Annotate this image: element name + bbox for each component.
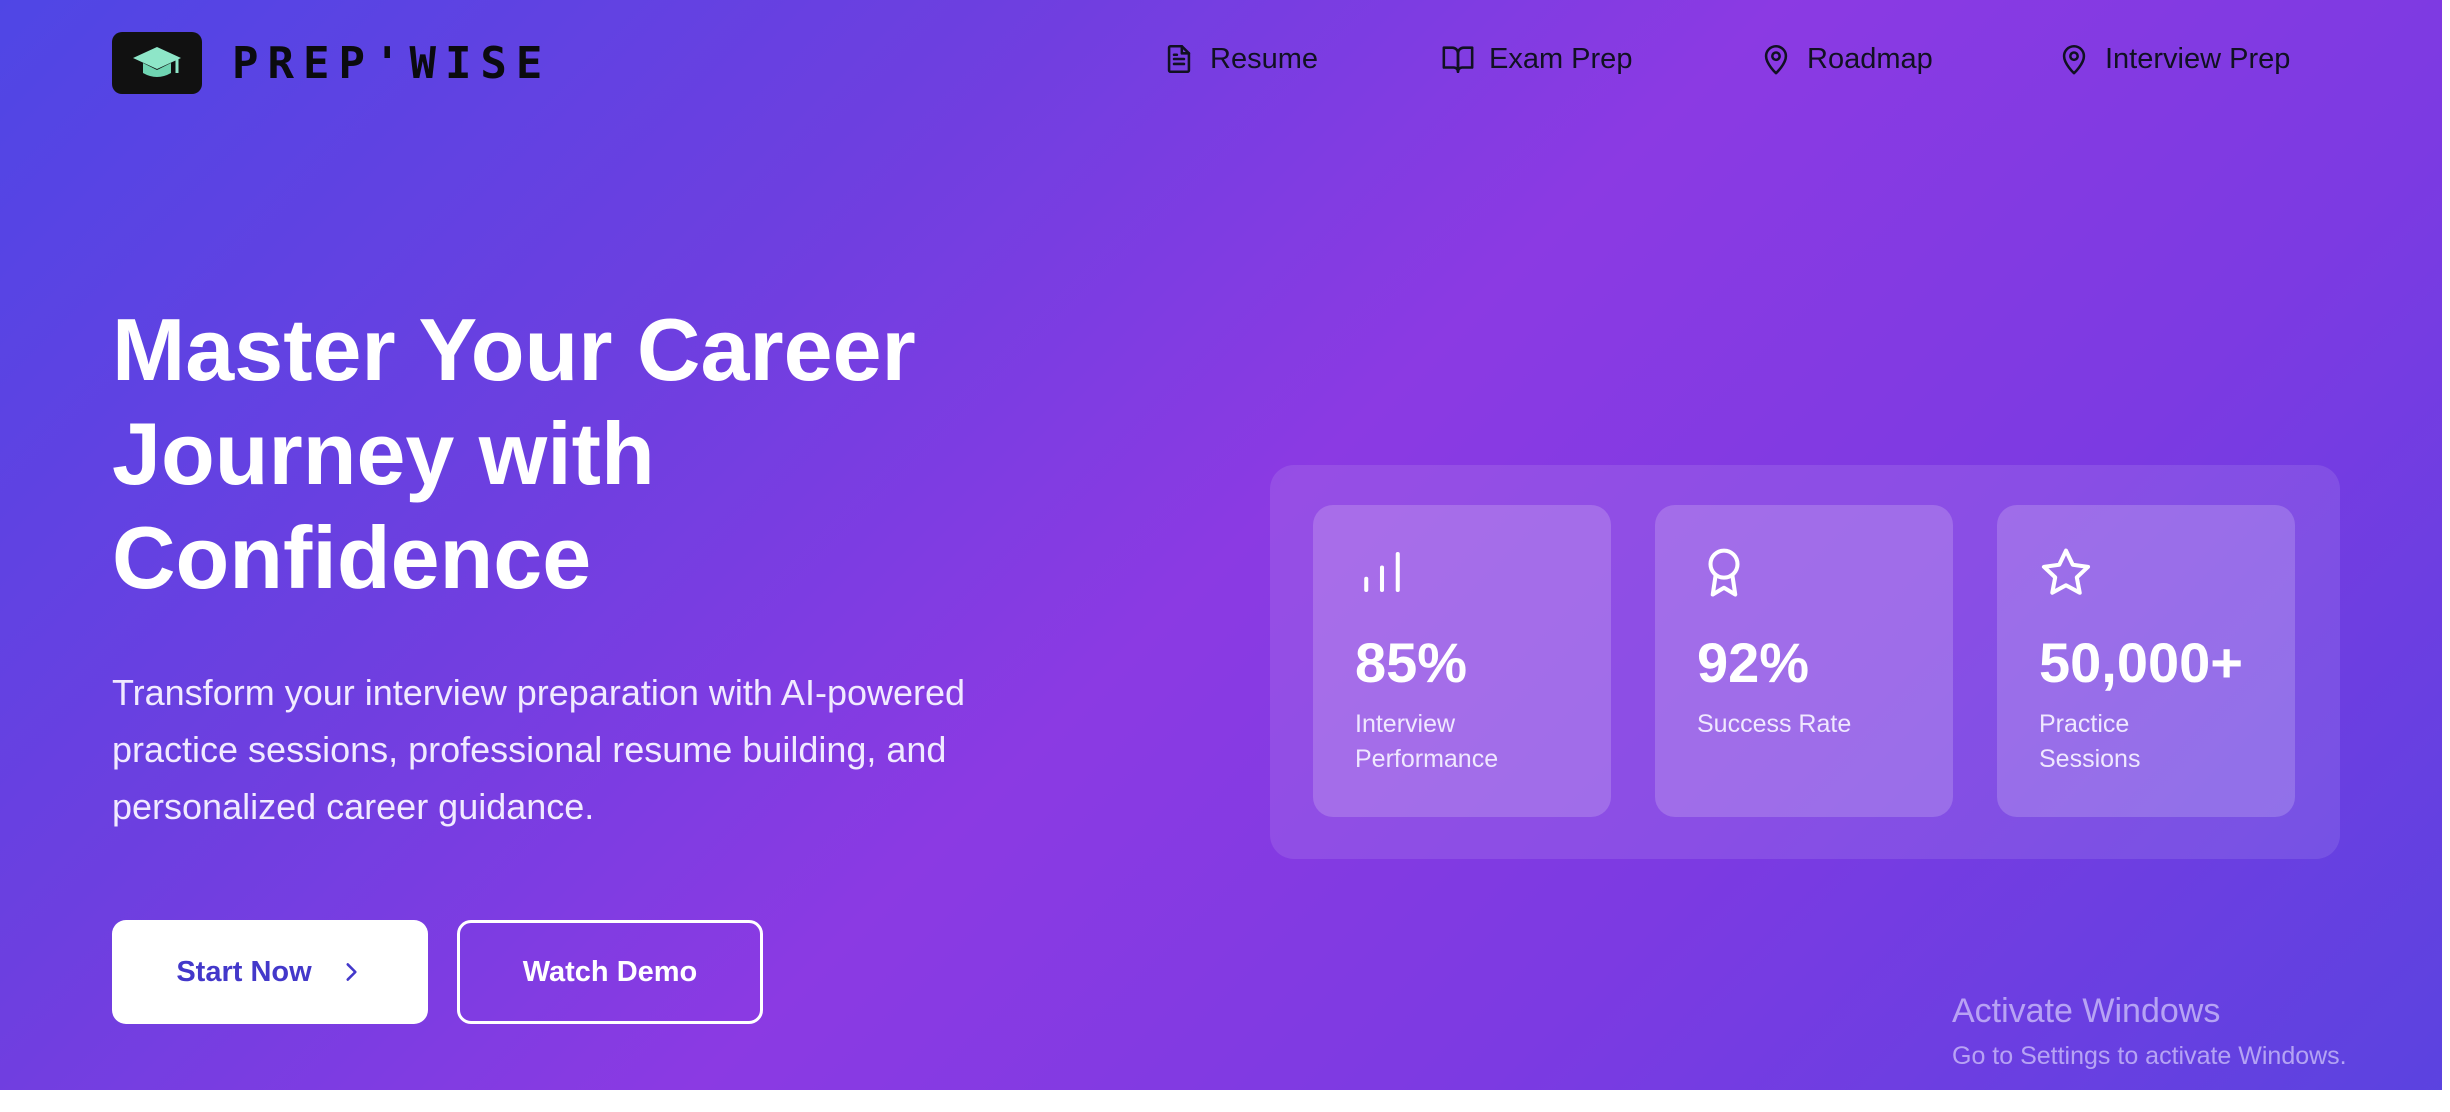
nav-item-interview-prep[interactable]: Interview Prep [2057,42,2290,76]
stat-value: 50,000+ [2039,631,2243,694]
stat-label: Practice Sessions [2039,707,2279,777]
stat-card-interview-performance: 85% Interview Performance [1313,505,1611,817]
nav-label: Exam Prep [1489,42,1633,75]
stat-label-line: Success Rate [1697,710,1852,738]
bar-chart-icon [1364,551,1400,593]
stats-panel: 85% Interview Performance 92% Success Ra… [1270,465,2340,859]
start-now-label: Start Now [176,955,312,988]
map-pin-icon [2062,44,2086,75]
document-icon [1167,44,1191,74]
hero-title-line: Master Your Career [112,300,916,399]
stat-value: 92% [1697,631,1810,694]
chevron-right-icon [346,963,357,981]
start-now-button[interactable]: Start Now [112,920,428,1024]
watermark-title: Activate Windows [1952,992,2221,1030]
stat-label: Success Rate [1697,707,1937,742]
stat-value: 85% [1355,631,1468,694]
nav-item-exam-prep[interactable]: Exam Prep [1441,42,1632,76]
top-nav: Resume Exam Prep Roadmap Interview Prep [0,42,2450,90]
nav-label: Roadmap [1807,42,1933,75]
hero-subtitle-line: personalized career guidance. [112,786,595,827]
nav-item-resume[interactable]: Resume [1162,42,1318,76]
landing-page: PREP'WISE Resume Exam Prep Roadmap Inter… [0,0,2450,1112]
stat-label-line: Sessions [2039,745,2141,773]
hero-title: Master Your Career Journey with Confiden… [112,298,1012,610]
open-book-icon [1442,46,1474,74]
stat-card-success-rate: 92% Success Rate [1655,505,1953,817]
watch-demo-button[interactable]: Watch Demo [457,920,763,1024]
window-edge [2442,0,2450,1112]
stat-card-practice-sessions: 50,000+ Practice Sessions [1997,505,2295,817]
stat-label-line: Interview [1355,710,1456,738]
stat-label-line: Practice [2039,710,2130,738]
hero-title-line: Journey with [112,404,655,503]
activation-watermark: Activate Windows Go to Settings to activ… [1952,990,2347,1074]
star-icon [2041,548,2091,595]
hero-subtitle: Transform your interview preparation wit… [112,664,1112,835]
nav-item-roadmap[interactable]: Roadmap [1759,42,1933,76]
hero-subtitle-line: practice sessions, professional resume b… [112,729,947,770]
window-edge [0,1090,2450,1112]
hero-subtitle-line: Transform your interview preparation wit… [112,672,966,713]
stat-label: Interview Performance [1355,707,1595,777]
nav-label: Resume [1210,42,1318,75]
stat-label-line: Performance [1355,745,1499,773]
watermark-subtitle: Go to Settings to activate Windows. [1952,1042,2347,1070]
nav-label: Interview Prep [2105,42,2291,75]
hero-title-line: Confidence [112,508,592,607]
map-pin-icon [1764,44,1788,75]
award-icon [1708,548,1740,597]
